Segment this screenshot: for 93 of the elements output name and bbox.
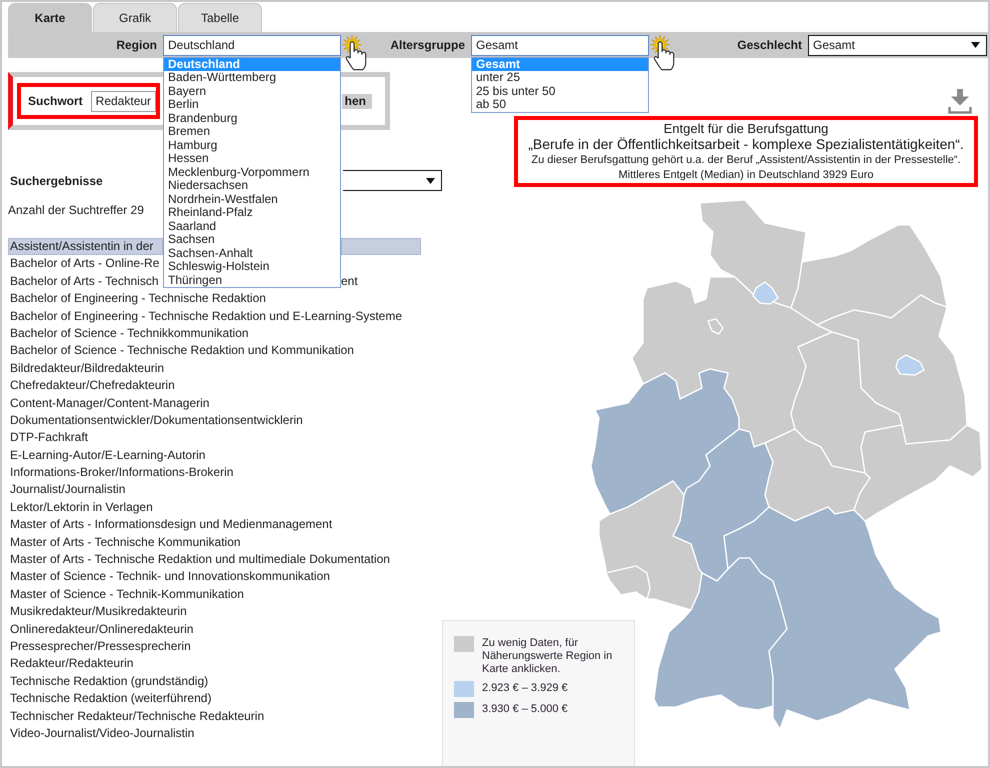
result-item[interactable]: Bachelor of Engineering - Technische Redaktion [8, 290, 266, 308]
result-item[interactable]: E-Learning-Autor/E-Learning-Autorin [8, 446, 206, 464]
dropdown-option[interactable]: Schleswig-Holstein [164, 260, 340, 274]
legend-label: 2.923 € – 3.929 € [482, 681, 569, 695]
dropdown-option[interactable]: Saarland [164, 220, 340, 233]
dropdown-option[interactable]: Berlin [164, 98, 340, 112]
result-item[interactable]: Bachelor of Engineering - Technische Redaktion und E-Learning-Systeme [8, 308, 402, 325]
result-item[interactable]: Master of Arts - Technische Redaktion und multimediale Dokumentation [8, 551, 390, 568]
result-item[interactable]: Master of Science - Technik- und Innovationskommunikation [8, 568, 330, 586]
dropdown-option[interactable]: unter 25 [472, 71, 648, 84]
result-item[interactable]: Master of Science - Technik-Kommunikation [8, 586, 244, 604]
map-region[interactable] [853, 424, 983, 522]
caret-icon [971, 42, 980, 48]
dropdown-option[interactable]: Hamburg [164, 138, 340, 152]
result-item[interactable]: Bachelor of Arts - Technisch [8, 272, 159, 290]
legend-label: 3.930 € – 5.000 € [482, 702, 569, 716]
dropdown-option[interactable]: 25 bis unter 50 [472, 84, 648, 98]
dropdown-option[interactable]: Thüringen [164, 274, 340, 287]
map-region[interactable] [723, 506, 942, 730]
map-region[interactable] [790, 331, 903, 474]
map-region[interactable] [790, 224, 948, 326]
result-item[interactable]: Chefredakteur/Chefredakteurin [8, 377, 175, 395]
result-item[interactable]: Informations-Broker/Informations-Brokerin [8, 464, 234, 482]
map-region[interactable] [752, 281, 779, 305]
info-heading: Entgelt für die Berufsgattung [662, 121, 830, 136]
caret-icon [426, 178, 435, 184]
result-item-end[interactable] [341, 238, 421, 256]
result-item[interactable]: Bachelor of Science - Technikkommunikation [8, 324, 249, 342]
download-icon[interactable] [948, 88, 972, 114]
map-region[interactable] [895, 354, 925, 376]
result-item[interactable]: Technische Redaktion (weiterführend) [8, 690, 212, 708]
results-title: Suchergebnisse [9, 174, 103, 188]
result-item[interactable]: Technischer Redakteur/Technische Redakteurin [8, 708, 264, 725]
dropdown-option[interactable]: Sachsen [164, 233, 340, 246]
dropdown-option[interactable]: Nordrhein-Westfalen [164, 192, 340, 206]
dropdown-option[interactable]: Brandenburg [164, 112, 340, 125]
map-region[interactable] [672, 428, 774, 582]
result-item[interactable]: Lektor/Lektorin in Verlagen [8, 498, 153, 516]
map-region[interactable] [653, 557, 788, 711]
dropdown-option[interactable]: Mecklenburg-Vorpommern [164, 166, 340, 179]
result-item[interactable]: Technische Redaktion (grundständig) [8, 672, 208, 690]
result-item[interactable]: DTP-Fachkraft [8, 429, 88, 447]
map-region[interactable] [631, 276, 833, 448]
map-region[interactable] [605, 565, 651, 600]
map-region[interactable] [764, 428, 871, 522]
dropdown-option[interactable]: Bremen [164, 125, 340, 138]
search-input[interactable]: Redakteur [90, 90, 156, 112]
result-item[interactable]: Redakteur/Redakteurin [8, 655, 134, 673]
map-region[interactable] [816, 294, 968, 445]
result-item-end[interactable]: ent [341, 272, 358, 290]
result-item[interactable]: Bildredakteur/Bildredakteurin [8, 360, 164, 378]
result-item[interactable]: Master of Arts - Informationsdesign und Medienmanagement [8, 516, 332, 534]
legend-label: Zu wenig Daten, für Näherungswerte Region in Karte anklicken. [482, 636, 614, 676]
search-button[interactable]: hen [342, 94, 372, 108]
select-field[interactable]: Deutschland [163, 34, 341, 56]
dropdown-option[interactable]: ab 50 [472, 98, 648, 112]
filter-label: Geschlecht [737, 38, 803, 52]
result-item[interactable]: Bachelor of Science - Technische Redaktion und Kommunikation [8, 342, 354, 360]
result-item[interactable]: Dokumentationsentwickler/Dokumentationsentwicklerin [8, 412, 303, 430]
result-item[interactable]: Onlineredakteur/Onlineredakteurin [8, 620, 194, 638]
result-item[interactable]: Assistent/Assistentin in der [8, 238, 163, 256]
dropdown-option[interactable]: Hessen [164, 152, 340, 166]
result-item[interactable]: Musikredakteur/Musikredakteurin [8, 603, 187, 621]
dropdown-option[interactable]: Rheinland-Pfalz [164, 206, 340, 220]
map-region[interactable] [590, 368, 740, 515]
dropdown-option[interactable]: Sachsen-Anhalt [164, 246, 340, 260]
map-region[interactable] [699, 199, 807, 309]
result-item[interactable]: Content-Manager/Content-Managerin [8, 394, 210, 412]
select-field[interactable]: Gesamt [808, 34, 987, 56]
map-region[interactable] [707, 318, 724, 335]
result-item[interactable]: Pressesprecher/Pressesprecherin [8, 638, 191, 656]
dropdown-option[interactable]: Baden-Württemberg [164, 71, 340, 84]
dropdown-option[interactable]: Bayern [164, 84, 340, 98]
result-item[interactable]: Master of Arts - Technische Kommunikation [8, 534, 241, 552]
occupation-group-title: „Berufe in der Öffentlichkeitsarbeit - komplexe Spezialistentätigkeiten“. [527, 136, 965, 153]
select-field[interactable]: Gesamt [471, 34, 649, 56]
result-count: Anzahl der Suchtreffer 29 [8, 203, 144, 217]
tab[interactable]: Tabelle [178, 3, 262, 32]
result-item[interactable]: Video-Journalist/Video-Journalistin [8, 724, 194, 742]
filter-label: Altersgruppe [390, 38, 466, 52]
result-item[interactable]: Bachelor of Arts - Online-Re [8, 255, 160, 273]
median-salary: Mittleres Entgelt (Median) in Deutschland 3929 Euro [618, 168, 874, 183]
info-note: Zu dieser Berufsgattung gehört u.a. der Beruf „Assistent/Assistentin in der Pressestelle“. [530, 153, 962, 168]
dropdown-option[interactable]: Niedersachsen [164, 179, 340, 192]
filter-label: Region [116, 38, 158, 52]
click-hand-icon [650, 34, 677, 70]
tab[interactable]: Karte [8, 3, 92, 32]
map-region[interactable] [598, 480, 703, 611]
tab[interactable]: Grafik [93, 3, 177, 32]
results-select[interactable] [343, 170, 442, 191]
click-hand-icon [342, 34, 369, 70]
result-item[interactable]: Journalist/Journalistin [8, 481, 126, 499]
search-label: Suchwort [28, 94, 83, 108]
